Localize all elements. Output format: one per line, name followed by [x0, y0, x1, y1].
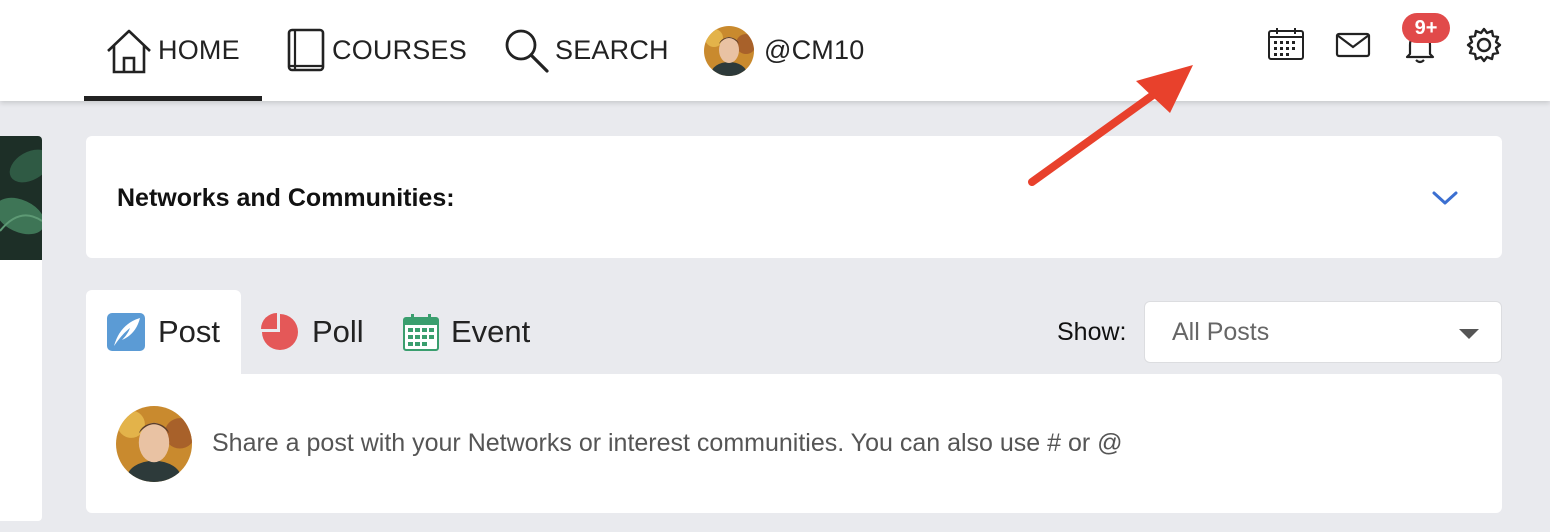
nav-courses-label: COURSES — [332, 35, 467, 65]
top-navigation-bar: HOME COURSES SEARCH @CM10 9+ — [0, 0, 1550, 101]
calendar-icon[interactable] — [1267, 26, 1305, 67]
tab-event[interactable]: Event — [403, 290, 530, 374]
home-icon — [104, 27, 154, 75]
tab-event-label: Event — [451, 314, 531, 349]
book-icon — [286, 27, 328, 75]
networks-card[interactable]: Networks and Communities: — [86, 136, 1502, 258]
search-icon — [503, 27, 551, 75]
annotation-arrow — [1028, 65, 1193, 186]
chevron-down-icon[interactable] — [1431, 188, 1459, 213]
nav-courses[interactable]: COURSES — [286, 0, 467, 101]
notification-badge: 9+ — [1402, 13, 1450, 43]
post-composer: Share a post with your Networks or inter… — [86, 374, 1502, 513]
pie-chart-icon — [260, 312, 300, 352]
feather-icon — [106, 312, 146, 352]
filter-selected-value: All Posts — [1172, 317, 1270, 346]
nav-home[interactable]: HOME — [104, 0, 240, 101]
nav-profile-label: @CM10 — [764, 35, 865, 65]
nav-search-label: SEARCH — [555, 35, 669, 65]
filter-label: Show: — [1057, 318, 1127, 346]
nav-profile[interactable]: @CM10 — [704, 0, 864, 101]
caret-down-icon — [1459, 329, 1479, 339]
calendar-icon — [403, 313, 439, 351]
filter-select[interactable]: All Posts — [1144, 301, 1502, 363]
tab-post-label: Post — [158, 314, 221, 349]
tab-post[interactable]: Post — [86, 290, 241, 374]
tab-poll-label: Poll — [312, 314, 364, 349]
post-input[interactable]: Share a post with your Networks or inter… — [212, 429, 1123, 458]
mail-icon[interactable] — [1335, 32, 1371, 63]
tab-poll[interactable]: Poll — [260, 290, 364, 374]
avatar — [116, 406, 192, 482]
nav-home-label: HOME — [158, 35, 240, 65]
sidebar-cover-image — [0, 136, 42, 260]
left-sidebar-card — [0, 136, 42, 521]
nav-search[interactable]: SEARCH — [503, 0, 669, 101]
avatar — [704, 25, 754, 76]
networks-title: Networks and Communities: — [117, 184, 455, 212]
gear-icon[interactable] — [1466, 27, 1502, 68]
active-tab-indicator — [84, 96, 262, 101]
